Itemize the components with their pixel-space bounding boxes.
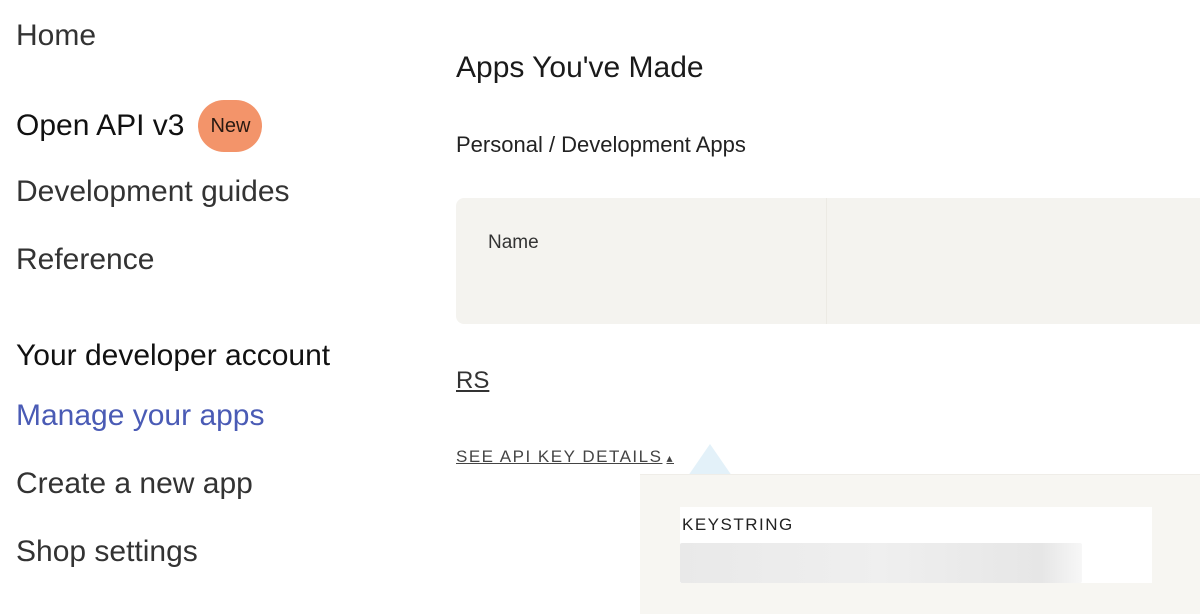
sidebar-item-shop-settings[interactable]: Shop settings — [16, 534, 198, 570]
sidebar-item-open-api-v3[interactable]: Open API v3 New — [16, 100, 263, 152]
sidebar-item-home[interactable]: Home — [16, 18, 96, 54]
apps-table-header: Name — [456, 198, 1200, 324]
dropdown-caret-icon: ▴ — [666, 450, 674, 465]
keystring-value-redacted[interactable] — [680, 543, 1082, 583]
app-name-link[interactable]: RS — [456, 366, 489, 396]
keystring-card: KEYSTRING — [680, 507, 1152, 583]
sidebar-item-label: Open API v3 — [16, 109, 185, 142]
new-badge: New — [198, 100, 263, 152]
column-divider — [826, 198, 827, 324]
see-api-key-details-link[interactable]: SEE API KEY DETAILS ▴ — [456, 446, 674, 469]
page: Home Open API v3 New Development guides … — [0, 0, 1200, 614]
api-key-link-label: SEE API KEY DETAILS — [456, 447, 663, 466]
column-header-name: Name — [488, 232, 539, 253]
sidebar-nav: Home Open API v3 New Development guides … — [16, 0, 416, 614]
popover-arrow — [688, 444, 732, 476]
sidebar-item-development-guides[interactable]: Development guides — [16, 174, 290, 210]
api-key-popover: KEYSTRING — [640, 474, 1200, 614]
page-title: Apps You've Made — [456, 51, 704, 84]
sidebar-item-create-new-app[interactable]: Create a new app — [16, 466, 253, 502]
developer-account-heading: Your developer account — [16, 339, 331, 372]
section-title: Personal / Development Apps — [456, 132, 746, 157]
keystring-label: KEYSTRING — [682, 515, 794, 534]
sidebar-item-reference[interactable]: Reference — [16, 242, 154, 278]
sidebar-item-manage-your-apps[interactable]: Manage your apps — [16, 398, 265, 434]
